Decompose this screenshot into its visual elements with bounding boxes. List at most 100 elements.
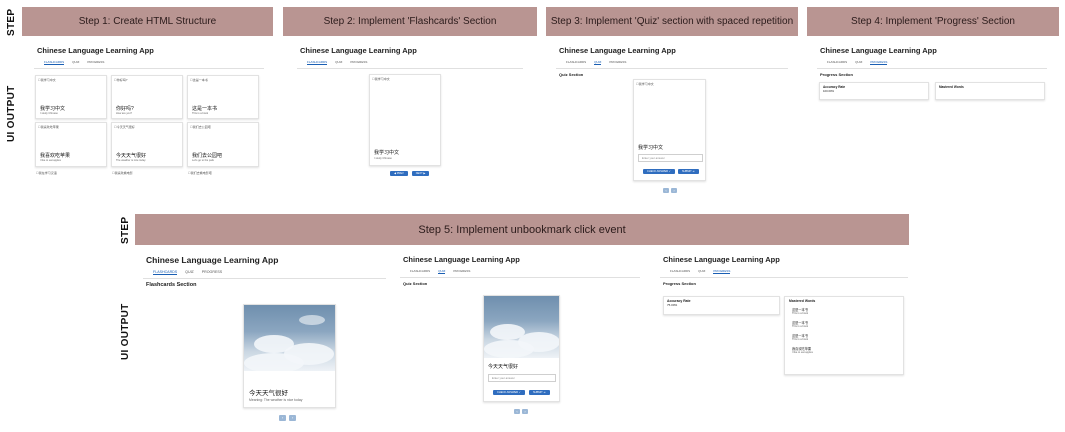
- tab-quiz[interactable]: QUIZ: [335, 60, 342, 65]
- tab-flashcards[interactable]: FLASHCARDS: [827, 60, 847, 65]
- app-title: Chinese Language Learning App: [820, 46, 937, 55]
- card-english: I study Chinese: [374, 157, 392, 160]
- tab-quiz[interactable]: QUIZ: [438, 269, 446, 274]
- tab-progress[interactable]: PROGRESS: [453, 269, 470, 274]
- flashcard[interactable]: ☐今天天气很好 今天天气很好 The weather is nice today: [111, 122, 183, 167]
- app-title: Chinese Language Learning App: [559, 46, 676, 55]
- tab-progress[interactable]: PROGRESS: [713, 269, 731, 274]
- tab-bar: FLASHCARDS QUIZ PROGRESS: [660, 269, 908, 278]
- tab-flashcards[interactable]: FLASHCARDS: [307, 60, 328, 65]
- submit-button[interactable]: SUBMIT ➜: [677, 169, 699, 174]
- mastered-card: Mastered Words: [935, 82, 1045, 100]
- tab-quiz[interactable]: QUIZ: [698, 269, 705, 274]
- quiz-nav: ‹ ›: [514, 409, 528, 414]
- tab-progress[interactable]: PROGRESS: [870, 60, 888, 65]
- next-arrow-icon[interactable]: ›: [522, 409, 528, 414]
- prev-button[interactable]: ◀ PREV: [390, 171, 408, 176]
- card-english: How are you?: [116, 112, 133, 115]
- tab-bar: FLASHCARDS QUIZ PROGRESS: [556, 60, 788, 69]
- ui-output-row-label: UI OUTPUT: [120, 303, 131, 360]
- accuracy-value: 75.00%: [667, 303, 678, 307]
- card-tag: 我学习中文: [374, 77, 390, 81]
- card-chinese: 我喜欢吃苹果: [40, 153, 71, 159]
- mastered-word: 这是一本书 This is a book: [792, 307, 899, 315]
- card-chinese: 你好吗?: [116, 106, 134, 112]
- quiz-nav: ‹ ›: [663, 188, 677, 193]
- quiz-word: 今天天气很好: [488, 364, 519, 370]
- flashcard[interactable]: ☐这是一本书 这是一本书 This is a book: [187, 75, 259, 119]
- card-tag: 这是一本书: [192, 78, 208, 82]
- flashcard-grid: ☐我学习中文 我学习中文 I study Chinese ☐你好吗? 你好吗? …: [34, 69, 264, 187]
- word-english: This is a book: [792, 325, 809, 328]
- card-chinese: 我们去公园吧: [192, 153, 223, 159]
- sky-image: [484, 296, 559, 358]
- card-tag: 今天天气很好: [116, 125, 135, 129]
- tab-quiz[interactable]: QUIZ: [185, 270, 194, 275]
- mastered-label: Mastered Words: [939, 85, 964, 89]
- check-label: CHECK ANSWER: [497, 391, 519, 394]
- tab-progress[interactable]: PROGRESS: [87, 60, 104, 65]
- word-english: This is a book: [792, 338, 809, 341]
- step-row-label: STEP: [6, 8, 17, 36]
- tab-flashcards[interactable]: FLASHCARDS: [566, 60, 586, 65]
- check-answer-button[interactable]: CHECK ANSWER ✓: [493, 390, 525, 395]
- flashcard-partial[interactable]: ☐我在学习汉语: [36, 171, 57, 175]
- accuracy-value: 100.00%: [823, 89, 835, 93]
- tab-bar: FLASHCARDS QUIZ PROGRESS: [400, 269, 640, 278]
- tab-bar: FLASHCARDS QUIZ PROGRESS: [297, 60, 523, 69]
- card-chinese: 我学习中文: [40, 106, 66, 112]
- flashcard[interactable]: 今天天气很好 Meaning: The weather is nice toda…: [243, 304, 336, 408]
- app-title: Chinese Language Learning App: [37, 46, 154, 55]
- flashcard[interactable]: ☐我学习中文 我学习中文 I study Chinese: [35, 75, 107, 119]
- tab-progress[interactable]: PROGRESS: [350, 60, 367, 65]
- tab-quiz[interactable]: QUIZ: [855, 60, 862, 65]
- tab-flashcards[interactable]: FLASHCARDS: [670, 269, 690, 274]
- card-tag: 我们去公园吧: [192, 125, 211, 129]
- flashcard[interactable]: ☐我学习中文 我学习中文 I study Chinese: [369, 74, 441, 166]
- flashcard[interactable]: ☐我们去公园吧 我们去公园吧 Let's go to the park: [187, 122, 259, 167]
- step-5-banner: Step 5: Implement unbookmark click event: [135, 214, 909, 245]
- step-4-ui: Chinese Language Learning App FLASHCARDS…: [817, 44, 1047, 104]
- tab-progress[interactable]: PROGRESS: [609, 60, 626, 65]
- tab-flashcards[interactable]: FLASHCARDS: [153, 270, 178, 275]
- section-title: Progress Section: [820, 72, 853, 77]
- check-answer-button[interactable]: CHECK ANSWER ✓: [643, 169, 675, 174]
- prev-arrow-icon[interactable]: ‹: [514, 409, 520, 414]
- step-1-banner: Step 1: Create HTML Structure: [22, 7, 273, 36]
- prev-label: PREV: [396, 172, 404, 175]
- next-arrow-icon[interactable]: ›: [289, 415, 296, 421]
- flashcard[interactable]: ☐我喜欢吃苹果 我喜欢吃苹果 I like to eat apples: [35, 122, 107, 167]
- card-chinese: 我学习中文: [374, 150, 400, 156]
- tab-bar: FLASHCARDS QUIZ PROGRESS: [143, 270, 386, 279]
- app-title: Chinese Language Learning App: [663, 255, 780, 264]
- step-5-progress-ui: Chinese Language Learning App FLASHCARDS…: [660, 253, 908, 378]
- submit-label: SUBMIT: [681, 170, 692, 173]
- tab-quiz[interactable]: QUIZ: [72, 60, 79, 65]
- mastered-word: 这是一本书 This is a book: [792, 333, 899, 341]
- card-english: I like to eat apples: [40, 159, 61, 162]
- card-tag: 你好吗?: [116, 78, 128, 82]
- tab-flashcards[interactable]: FLASHCARDS: [410, 269, 430, 274]
- card-tag: 我学习中文: [638, 82, 654, 86]
- tab-quiz[interactable]: QUIZ: [594, 60, 602, 65]
- quiz-card: ☐我学习中文 我学习中文 Enter your answer CHECK ANS…: [633, 79, 706, 181]
- next-button[interactable]: NEXT ▶: [411, 171, 430, 176]
- section-title: Quiz Section: [559, 72, 584, 77]
- prev-arrow-icon[interactable]: ‹: [663, 188, 669, 193]
- card-english: This is a book: [192, 112, 209, 115]
- flashcard-partial[interactable]: ☐我们去看电影吧: [188, 171, 212, 175]
- answer-input[interactable]: Enter your answer: [488, 374, 556, 382]
- app-title: Chinese Language Learning App: [300, 46, 417, 55]
- flashcard[interactable]: ☐你好吗? 你好吗? How are you?: [111, 75, 183, 119]
- prev-arrow-icon[interactable]: ‹: [279, 415, 286, 421]
- answer-input[interactable]: Enter your answer: [638, 154, 703, 162]
- tab-flashcards[interactable]: FLASHCARDS: [44, 60, 65, 65]
- step-4-banner: Step 4: Implement 'Progress' Section: [807, 7, 1059, 36]
- app-title: Chinese Language Learning App: [146, 255, 279, 265]
- step-1-ui: Chinese Language Learning App FLASHCARDS…: [34, 44, 264, 187]
- check-label: CHECK ANSWER: [647, 170, 669, 173]
- tab-progress[interactable]: PROGRESS: [202, 270, 222, 275]
- flashcard-partial[interactable]: ☐我喜欢看电影: [112, 171, 133, 175]
- next-arrow-icon[interactable]: ›: [671, 188, 677, 193]
- submit-button[interactable]: SUBMIT ➜: [528, 390, 550, 395]
